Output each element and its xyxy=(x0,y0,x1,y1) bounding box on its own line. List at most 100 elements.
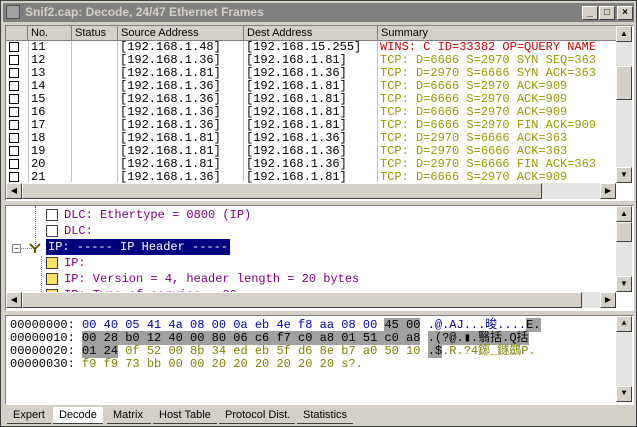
table-row[interactable]: 18 [192.168.1.81] [192.168.1.36] TCP: D=297… xyxy=(6,132,621,145)
decode-vscroll-thumb[interactable] xyxy=(616,222,632,242)
packet-icon xyxy=(46,225,58,237)
scroll-up-arrow-icon[interactable]: ▲ xyxy=(616,316,632,332)
summary-hscroll-thumb[interactable] xyxy=(22,183,542,199)
cell-no: 18 xyxy=(31,132,46,145)
tab-statistics[interactable]: Statistics xyxy=(297,407,353,424)
cell-source-address: [192.168.1.36] xyxy=(120,80,221,93)
hex-offset: 00000030: xyxy=(10,357,75,371)
row-checkbox[interactable] xyxy=(9,107,19,117)
tab-protocol-dist[interactable]: Protocol Dist. xyxy=(219,407,295,424)
cell-source-address: [192.168.1.81] xyxy=(120,145,221,158)
hex-bytes-selected: 45 00 xyxy=(384,318,421,332)
hex-bytes-selected: 00 28 b0 12 40 00 80 06 c6 f7 c0 a8 01 5… xyxy=(82,331,421,345)
scroll-up-arrow-icon[interactable]: ▲ xyxy=(616,206,632,222)
cell-source-address: [192.168.1.36] xyxy=(120,119,221,132)
cell-summary: TCP: D=2970 S=6666 FIN ACK=363 xyxy=(380,158,597,171)
cell-source-address: [192.168.1.36] xyxy=(120,93,221,106)
decode-hscroll[interactable]: ◀ ▶ xyxy=(6,292,616,308)
cell-source-address: [192.168.1.48] xyxy=(120,41,221,54)
tree-line-ip[interactable]: IP: xyxy=(64,255,86,271)
capture-window: Snif2.cap: Decode, 24/47 Ethernet Frames… xyxy=(0,0,637,427)
scroll-right-arrow-icon[interactable]: ▶ xyxy=(600,292,616,308)
close-button[interactable]: × xyxy=(617,6,633,20)
cell-source-address: [192.168.1.36] xyxy=(120,106,221,119)
cell-summary: TCP: D=6666 S=2970 ACK=909 xyxy=(380,106,568,119)
decode-hscroll-thumb[interactable] xyxy=(22,292,582,308)
tree-line-ip-version[interactable]: IP: Version = 4, header length = 20 byte… xyxy=(64,271,359,287)
table-row[interactable]: 19 [192.168.1.81] [192.168.1.36] TCP: D=297… xyxy=(6,145,621,158)
row-checkbox[interactable] xyxy=(9,133,19,143)
minimize-button[interactable]: _ xyxy=(582,6,598,20)
hex-row[interactable]: 00000030: f9 f9 73 bb 00 00 20 20 20 20 … xyxy=(10,358,363,371)
table-row[interactable]: 16 [192.168.1.36] [192.168.1.81] TCP: D=666… xyxy=(6,106,621,119)
column-header-status[interactable]: Status xyxy=(72,26,118,41)
row-checkbox[interactable] xyxy=(9,146,19,156)
decode-vscroll[interactable]: ▲ ▼ xyxy=(616,206,632,292)
table-row[interactable]: 12 [192.168.1.36] [192.168.1.81] TCP: D=666… xyxy=(6,54,621,67)
view-tabs: Expert Decode Matrix Host Table Protocol… xyxy=(3,407,634,425)
cell-no: 11 xyxy=(31,41,46,54)
column-header-no[interactable]: No. xyxy=(28,26,72,41)
table-row[interactable]: 17 [192.168.1.36] [192.168.1.81] TCP: D=666… xyxy=(6,119,621,132)
scroll-down-arrow-icon[interactable]: ▼ xyxy=(616,167,632,183)
tree-line-ip-header[interactable]: IP: ----- IP Header ----- xyxy=(46,239,231,255)
tab-host-table[interactable]: Host Table xyxy=(153,407,217,424)
cell-summary: TCP: D=2970 S=6666 ACK=363 xyxy=(380,145,568,158)
hex-ascii: .R.?4鋣_鐩鷀P. xyxy=(442,344,536,358)
cell-source-address: [192.168.1.81] xyxy=(120,67,221,80)
cell-summary: TCP: D=6666 S=2970 SYN SEQ=363 xyxy=(380,54,597,67)
scroll-left-arrow-icon[interactable]: ◀ xyxy=(6,292,22,308)
row-checkbox[interactable] xyxy=(9,55,19,65)
column-header-summary[interactable]: Summary xyxy=(378,26,618,41)
cell-dest-address: [192.168.1.81] xyxy=(246,54,347,67)
tree-line-dlc[interactable]: DLC: xyxy=(64,223,93,239)
maximize-button[interactable]: □ xyxy=(599,6,615,20)
cell-summary: TCP: D=6666 S=2970 FIN ACK=909 xyxy=(380,119,597,132)
cell-summary: WINS: C ID=33382 OP=QUERY NAME xyxy=(380,41,597,54)
hex-offset: 00000020: xyxy=(10,344,75,358)
summary-hscroll[interactable]: ◀ ▶ xyxy=(6,183,616,199)
cell-no: 20 xyxy=(31,158,46,171)
scroll-left-arrow-icon[interactable]: ◀ xyxy=(6,183,22,199)
decode-pane: DLC: Ethertype = 0800 (IP) DLC: − IP: --… xyxy=(5,205,634,311)
table-row[interactable]: 15 [192.168.1.36] [192.168.1.81] TCP: D=666… xyxy=(6,93,621,106)
row-checkbox[interactable] xyxy=(9,120,19,130)
row-checkbox[interactable] xyxy=(9,68,19,78)
column-header-dest[interactable]: Dest Address xyxy=(244,26,378,41)
row-checkbox[interactable] xyxy=(9,172,19,182)
packet-icon xyxy=(46,273,58,285)
row-checkbox[interactable] xyxy=(9,94,19,104)
app-icon xyxy=(6,5,20,19)
tab-expert[interactable]: Expert xyxy=(7,407,51,424)
hex-bytes-selected: 01 24 xyxy=(82,344,119,358)
scroll-down-arrow-icon[interactable]: ▼ xyxy=(616,386,632,402)
cell-dest-address: [192.168.1.81] xyxy=(246,93,347,106)
scroll-down-arrow-icon[interactable]: ▼ xyxy=(616,276,632,292)
scroll-right-arrow-icon[interactable]: ▶ xyxy=(600,183,616,199)
hex-vscroll[interactable]: ▲ ▼ xyxy=(616,316,632,402)
column-header-check[interactable] xyxy=(6,26,28,41)
table-row[interactable]: 20 [192.168.1.81] [192.168.1.36] TCP: D=297… xyxy=(6,158,621,171)
table-row[interactable]: 13 [192.168.1.81] [192.168.1.36] TCP: D=297… xyxy=(6,67,621,80)
cell-dest-address: [192.168.1.81] xyxy=(246,80,347,93)
table-row[interactable]: 14 [192.168.1.36] [192.168.1.81] TCP: D=666… xyxy=(6,80,621,93)
row-checkbox[interactable] xyxy=(9,159,19,169)
cell-dest-address: [192.168.1.36] xyxy=(246,158,347,171)
row-checkbox[interactable] xyxy=(9,81,19,91)
table-row[interactable]: 11 [192.168.1.48] [192.168.15.255] WINS: C … xyxy=(6,41,621,54)
tree-line-dlc-ethertype[interactable]: DLC: Ethertype = 0800 (IP) xyxy=(64,207,251,223)
scroll-up-arrow-icon[interactable]: ▲ xyxy=(616,26,632,42)
cell-dest-address: [192.168.1.81] xyxy=(246,106,347,119)
tab-matrix[interactable]: Matrix xyxy=(107,407,151,424)
window-title: Snif2.cap: Decode, 24/47 Ethernet Frames xyxy=(25,5,264,19)
collapse-minus-icon[interactable]: − xyxy=(12,244,21,253)
column-header-source[interactable]: Source Address xyxy=(118,26,244,41)
cell-summary: TCP: D=2970 S=6666 SYN ACK=363 xyxy=(380,67,597,80)
cell-no: 15 xyxy=(31,93,46,106)
summary-vscroll[interactable]: ▲ ▼ xyxy=(616,26,632,183)
row-checkbox[interactable] xyxy=(9,42,19,52)
tab-decode[interactable]: Decode xyxy=(53,407,103,424)
summary-vscroll-thumb[interactable] xyxy=(616,66,632,100)
title-bar[interactable]: Snif2.cap: Decode, 24/47 Ethernet Frames… xyxy=(3,3,634,22)
hex-offset: 00000010: xyxy=(10,331,75,345)
